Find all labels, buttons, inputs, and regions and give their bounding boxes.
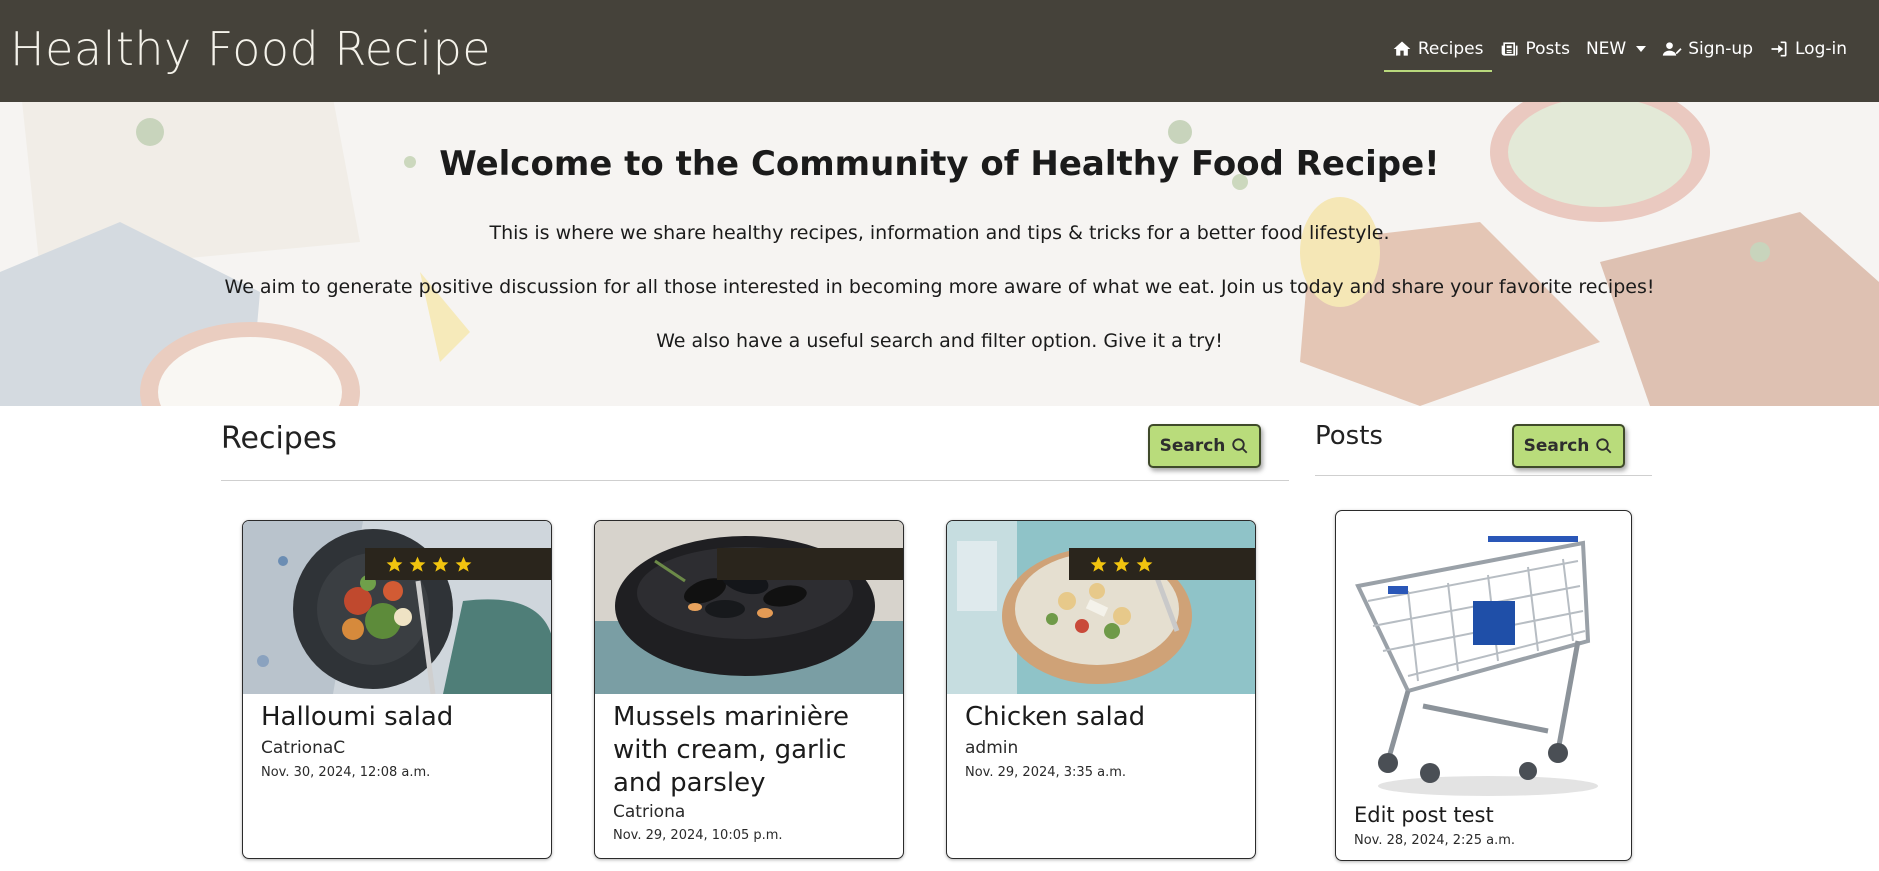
nav-menu: Recipes Posts NEW Sign-up Log-in <box>1383 30 1855 72</box>
rating-bar <box>1069 548 1255 580</box>
hero-content: Welcome to the Community of Healthy Food… <box>0 102 1879 406</box>
nav-item-signup[interactable]: Sign-up <box>1654 30 1761 68</box>
star-icon <box>409 556 426 572</box>
recipe-author: admin <box>965 738 1019 758</box>
star-icon <box>455 556 472 572</box>
recipe-card-mussels-mariniere[interactable]: Mussels marinière with cream, garlic and… <box>594 520 904 859</box>
recipe-title[interactable]: Mussels marinière with cream, garlic and… <box>613 701 889 800</box>
newspaper-icon <box>1501 42 1517 56</box>
mussels-image <box>595 521 903 694</box>
recipe-date: Nov. 29, 2024, 3:35 a.m. <box>965 765 1127 780</box>
search-button-label: Search <box>1523 436 1590 456</box>
navbar: Healthy Food Recipe Recipes Posts NEW Si… <box>0 0 1879 102</box>
nav-item-new-dropdown[interactable]: NEW <box>1578 30 1654 68</box>
star-icon <box>386 556 403 572</box>
star-icon <box>1090 556 1107 572</box>
chevron-down-icon <box>1636 46 1647 52</box>
recipe-title[interactable]: Halloumi salad <box>261 701 537 734</box>
star-icon <box>1136 556 1153 572</box>
nav-item-login[interactable]: Log-in <box>1761 30 1855 68</box>
hero-line-3: We also have a useful search and filter … <box>656 330 1223 352</box>
brand-logo[interactable]: Healthy Food Recipe <box>10 22 491 76</box>
recipe-image[interactable] <box>947 521 1255 694</box>
nav-item-label: Log-in <box>1795 39 1847 59</box>
post-title[interactable]: Edit post test <box>1354 803 1494 827</box>
chicken-salad-image <box>947 521 1255 694</box>
recipes-divider <box>221 480 1289 481</box>
recipe-title[interactable]: Chicken salad <box>965 701 1241 734</box>
search-icon <box>1232 438 1248 454</box>
recipe-card-chicken-salad[interactable]: Chicken salad admin Nov. 29, 2024, 3:35 … <box>946 520 1256 859</box>
home-icon <box>1393 41 1411 56</box>
user-plus-icon <box>1663 42 1682 56</box>
recipe-image[interactable] <box>595 521 903 694</box>
recipe-author: CatrionaC <box>261 738 346 758</box>
nav-item-label: NEW <box>1585 39 1627 59</box>
rating-bar <box>365 548 551 580</box>
nav-item-posts[interactable]: Posts <box>1492 30 1578 68</box>
hero-line-2: We aim to generate positive discussion f… <box>224 276 1655 298</box>
hero-line-1: This is where we share healthy recipes, … <box>489 222 1390 244</box>
recipes-heading: Recipes <box>221 421 337 456</box>
shopping-cart-image <box>1348 531 1620 801</box>
nav-item-label: Posts <box>1525 39 1570 59</box>
hero-banner: Welcome to the Community of Healthy Food… <box>0 102 1879 406</box>
recipes-search-button[interactable]: Search <box>1148 424 1261 468</box>
search-button-label: Search <box>1159 436 1226 456</box>
hero-title: Welcome to the Community of Healthy Food… <box>439 144 1440 184</box>
star-icon <box>432 556 449 572</box>
halloumi-salad-image <box>243 521 551 694</box>
search-icon <box>1596 438 1612 454</box>
recipe-date: Nov. 30, 2024, 12:08 a.m. <box>261 765 431 780</box>
posts-heading: Posts <box>1315 421 1383 451</box>
rating-bar <box>717 548 903 580</box>
nav-item-label: Recipes <box>1417 39 1484 59</box>
recipe-date: Nov. 29, 2024, 10:05 p.m. <box>613 828 783 843</box>
posts-divider <box>1315 475 1652 476</box>
nav-item-recipes[interactable]: Recipes <box>1383 30 1492 72</box>
recipe-author: Catriona <box>613 802 686 822</box>
nav-item-label: Sign-up <box>1688 39 1753 59</box>
post-card-edit-post-test[interactable]: Edit post test Nov. 28, 2024, 2:25 a.m. <box>1335 510 1632 861</box>
recipe-card-halloumi-salad[interactable]: Halloumi salad CatrionaC Nov. 30, 2024, … <box>242 520 552 859</box>
posts-search-button[interactable]: Search <box>1512 424 1625 468</box>
recipe-image[interactable] <box>243 521 551 694</box>
post-date: Nov. 28, 2024, 2:25 a.m. <box>1354 833 1516 848</box>
star-icon <box>1113 556 1130 572</box>
sign-in-icon <box>1771 41 1787 57</box>
